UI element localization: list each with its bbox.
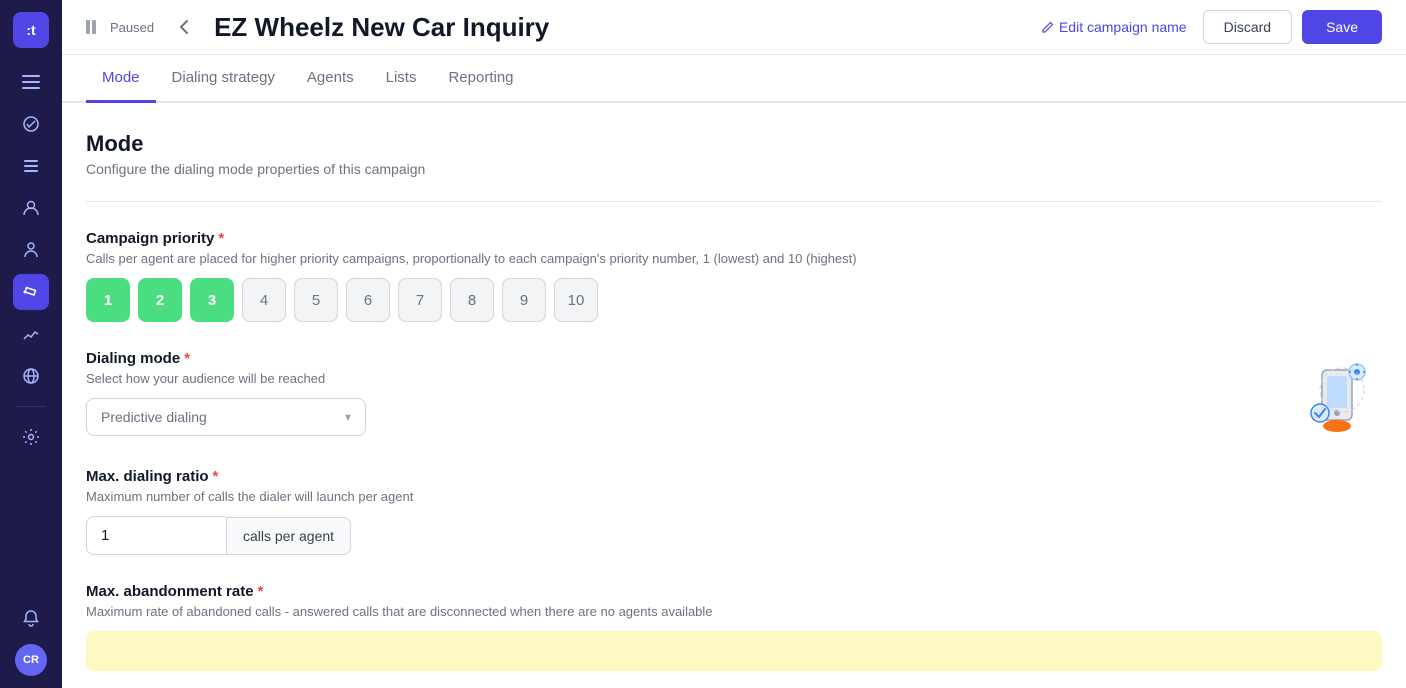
tab-mode[interactable]: Mode <box>86 55 156 103</box>
tab-lists[interactable]: Lists <box>370 55 433 103</box>
sidebar-bottom: CR <box>13 600 49 676</box>
dialing-mode-row: Dialing mode * Select how your audience … <box>86 350 1382 440</box>
priority-btn-10[interactable]: 10 <box>554 278 598 322</box>
chevron-down-icon: ▾ <box>345 410 351 424</box>
ratio-input-row: 1 calls per agent <box>86 516 1382 555</box>
app-logo: :t <box>13 12 49 48</box>
priority-btn-5[interactable]: 5 <box>294 278 338 322</box>
section-divider <box>86 201 1382 202</box>
sidebar-icon-list[interactable] <box>13 148 49 184</box>
max-abandonment-rate-group: Max. abandonment rate * Maximum rate of … <box>86 583 1382 671</box>
max-abandonment-rate-label: Max. abandonment rate * <box>86 583 1382 600</box>
sidebar-icon-campaigns[interactable] <box>13 274 49 310</box>
max-dialing-ratio-hint: Maximum number of calls the dialer will … <box>86 489 1382 504</box>
priority-buttons: 1 2 3 4 5 6 7 8 9 10 <box>86 278 1382 322</box>
ratio-input[interactable]: 1 <box>86 516 226 555</box>
dialing-mode-label: Dialing mode * <box>86 350 1260 367</box>
max-abandonment-rate-hint: Maximum rate of abandoned calls - answer… <box>86 604 1382 619</box>
sidebar-icon-activity[interactable] <box>13 106 49 142</box>
dialing-mode-hint: Select how your audience will be reached <box>86 371 1260 386</box>
priority-btn-2[interactable]: 2 <box>138 278 182 322</box>
campaign-priority-group: Campaign priority * Calls per agent are … <box>86 230 1382 322</box>
pause-status: Paused <box>86 18 154 36</box>
priority-btn-3[interactable]: 3 <box>190 278 234 322</box>
discard-button[interactable]: Discard <box>1203 10 1292 44</box>
page-description: Configure the dialing mode properties of… <box>86 161 1382 177</box>
save-button[interactable]: Save <box>1302 10 1382 44</box>
max-dialing-ratio-required: * <box>213 468 219 485</box>
tab-nav: Mode Dialing strategy Agents Lists Repor… <box>62 55 1406 103</box>
sidebar-icon-analytics[interactable] <box>13 316 49 352</box>
sidebar-icon-person[interactable] <box>13 232 49 268</box>
top-header: Paused EZ Wheelz New Car Inquiry Edit ca… <box>62 0 1406 55</box>
page-content: Mode Configure the dialing mode properti… <box>62 103 1406 688</box>
sidebar: :t CR <box>0 0 62 688</box>
priority-btn-9[interactable]: 9 <box>502 278 546 322</box>
dialing-mode-required: * <box>184 350 190 367</box>
priority-btn-7[interactable]: 7 <box>398 278 442 322</box>
pause-icon <box>86 18 104 36</box>
max-dialing-ratio-group: Max. dialing ratio * Maximum number of c… <box>86 468 1382 555</box>
dialing-mode-dropdown[interactable]: Predictive dialing ▾ <box>86 398 366 436</box>
priority-btn-1[interactable]: 1 <box>86 278 130 322</box>
status-text: Paused <box>110 20 154 35</box>
tab-dialing-strategy[interactable]: Dialing strategy <box>156 55 291 103</box>
back-button[interactable] <box>170 13 198 41</box>
tab-agents[interactable]: Agents <box>291 55 370 103</box>
bell-icon[interactable] <box>13 600 49 636</box>
priority-btn-4[interactable]: 4 <box>242 278 286 322</box>
sidebar-icon-menu[interactable] <box>13 64 49 100</box>
priority-btn-6[interactable]: 6 <box>346 278 390 322</box>
dialing-mode-left: Dialing mode * Select how your audience … <box>86 350 1260 436</box>
header-actions: Discard Save <box>1203 10 1382 44</box>
tab-reporting[interactable]: Reporting <box>432 55 529 103</box>
ratio-unit-label: calls per agent <box>226 517 351 555</box>
campaign-priority-hint: Calls per agent are placed for higher pr… <box>86 251 1382 266</box>
sidebar-icon-settings[interactable] <box>13 419 49 455</box>
max-abandonment-rate-required: * <box>258 583 264 600</box>
dialing-illustration <box>1292 350 1382 440</box>
campaign-priority-label: Campaign priority * <box>86 230 1382 247</box>
dialing-mode-group: Dialing mode * Select how your audience … <box>86 350 1382 440</box>
main-content: Paused EZ Wheelz New Car Inquiry Edit ca… <box>62 0 1406 688</box>
priority-btn-8[interactable]: 8 <box>450 278 494 322</box>
page-title: Mode <box>86 131 1382 157</box>
campaign-title: EZ Wheelz New Car Inquiry <box>214 12 1025 43</box>
sidebar-divider <box>16 406 46 407</box>
sidebar-icon-globe[interactable] <box>13 358 49 394</box>
max-dialing-ratio-label: Max. dialing ratio * <box>86 468 1382 485</box>
edit-campaign-name-link[interactable]: Edit campaign name <box>1041 19 1187 35</box>
required-marker: * <box>218 230 224 247</box>
dialing-mode-value: Predictive dialing <box>101 409 207 425</box>
sidebar-icon-contacts[interactable] <box>13 190 49 226</box>
abandonment-rate-input-area[interactable] <box>86 631 1382 671</box>
avatar[interactable]: CR <box>15 644 47 676</box>
